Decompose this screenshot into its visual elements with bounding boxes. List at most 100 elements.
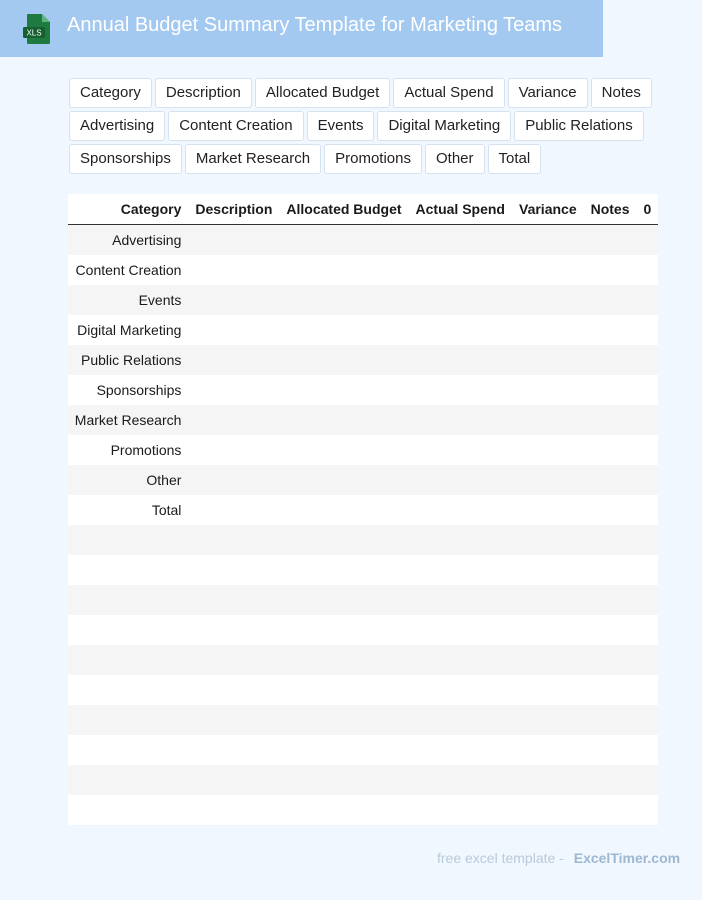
column-chip[interactable]: Variance [507,78,588,108]
notes-cell[interactable] [583,735,637,765]
category-cell[interactable]: Total [68,495,189,525]
extra-cell[interactable] [636,375,659,405]
category-cell[interactable] [68,555,189,585]
notes-cell[interactable] [583,675,637,705]
column-chip[interactable]: Sponsorships [69,144,182,174]
description-cell[interactable] [188,345,280,375]
allocated-budget-cell[interactable] [279,705,409,735]
column-chip[interactable]: Promotions [324,144,422,174]
extra-cell[interactable] [636,675,659,705]
allocated-budget-cell[interactable] [279,345,409,375]
actual-spend-cell[interactable] [408,285,512,315]
description-cell[interactable] [188,705,280,735]
category-cell[interactable] [68,705,189,735]
category-cell[interactable] [68,615,189,645]
extra-cell[interactable] [636,465,659,495]
allocated-budget-cell[interactable] [279,675,409,705]
actual-spend-cell[interactable] [408,675,512,705]
actual-spend-cell[interactable] [408,255,512,285]
actual-spend-cell[interactable] [408,615,512,645]
description-cell[interactable] [188,765,280,795]
notes-cell[interactable] [583,495,637,525]
category-cell[interactable]: Other [68,465,189,495]
category-cell[interactable]: Digital Marketing [68,315,189,345]
description-cell[interactable] [188,285,280,315]
variance-cell[interactable] [512,315,584,345]
extra-cell[interactable] [636,705,659,735]
category-cell[interactable]: Sponsorships [68,375,189,405]
notes-cell[interactable] [583,465,637,495]
notes-cell[interactable] [583,315,637,345]
notes-cell[interactable] [583,615,637,645]
notes-cell[interactable] [583,345,637,375]
notes-cell[interactable] [583,405,637,435]
column-chip[interactable]: Description [154,78,252,108]
description-cell[interactable] [188,495,280,525]
category-cell[interactable] [68,795,189,825]
column-chip[interactable]: Notes [590,78,652,108]
actual-spend-cell[interactable] [408,375,512,405]
allocated-budget-cell[interactable] [279,465,409,495]
category-cell[interactable]: Advertising [68,224,189,255]
description-cell[interactable] [188,224,280,255]
variance-cell[interactable] [512,525,584,555]
variance-cell[interactable] [512,555,584,585]
description-cell[interactable] [188,645,280,675]
notes-cell[interactable] [583,765,637,795]
description-cell[interactable] [188,375,280,405]
variance-cell[interactable] [512,345,584,375]
category-cell[interactable]: Events [68,285,189,315]
allocated-budget-cell[interactable] [279,255,409,285]
footer-brand-link[interactable]: ExcelTimer.com [574,850,680,866]
extra-cell[interactable] [636,405,659,435]
variance-cell[interactable] [512,645,584,675]
extra-cell[interactable] [636,555,659,585]
category-cell[interactable]: Content Creation [68,255,189,285]
description-cell[interactable] [188,555,280,585]
extra-cell[interactable] [636,435,659,465]
description-cell[interactable] [188,795,280,825]
variance-cell[interactable] [512,495,584,525]
category-cell[interactable]: Market Research [68,405,189,435]
description-cell[interactable] [188,615,280,645]
allocated-budget-cell[interactable] [279,315,409,345]
variance-cell[interactable] [512,705,584,735]
notes-cell[interactable] [583,645,637,675]
actual-spend-cell[interactable] [408,795,512,825]
notes-cell[interactable] [583,224,637,255]
category-cell[interactable] [68,645,189,675]
column-chip[interactable]: Digital Marketing [377,111,512,141]
actual-spend-cell[interactable] [408,345,512,375]
variance-cell[interactable] [512,435,584,465]
allocated-budget-cell[interactable] [279,555,409,585]
description-cell[interactable] [188,315,280,345]
extra-cell[interactable] [636,795,659,825]
actual-spend-cell[interactable] [408,465,512,495]
allocated-budget-cell[interactable] [279,525,409,555]
allocated-budget-cell[interactable] [279,735,409,765]
category-cell[interactable] [68,525,189,555]
column-chip[interactable]: Market Research [184,144,322,174]
category-cell[interactable] [68,735,189,765]
notes-cell[interactable] [583,555,637,585]
allocated-budget-cell[interactable] [279,615,409,645]
extra-cell[interactable] [636,255,659,285]
allocated-budget-cell[interactable] [279,405,409,435]
description-cell[interactable] [188,525,280,555]
actual-spend-cell[interactable] [408,405,512,435]
extra-cell[interactable] [636,224,659,255]
actual-spend-cell[interactable] [408,435,512,465]
column-chip[interactable]: Allocated Budget [254,78,391,108]
notes-cell[interactable] [583,525,637,555]
actual-spend-cell[interactable] [408,315,512,345]
variance-cell[interactable] [512,465,584,495]
extra-cell[interactable] [636,315,659,345]
allocated-budget-cell[interactable] [279,585,409,615]
column-chip[interactable]: Other [424,144,485,174]
actual-spend-cell[interactable] [408,705,512,735]
notes-cell[interactable] [583,705,637,735]
notes-cell[interactable] [583,795,637,825]
description-cell[interactable] [188,465,280,495]
actual-spend-cell[interactable] [408,735,512,765]
actual-spend-cell[interactable] [408,495,512,525]
